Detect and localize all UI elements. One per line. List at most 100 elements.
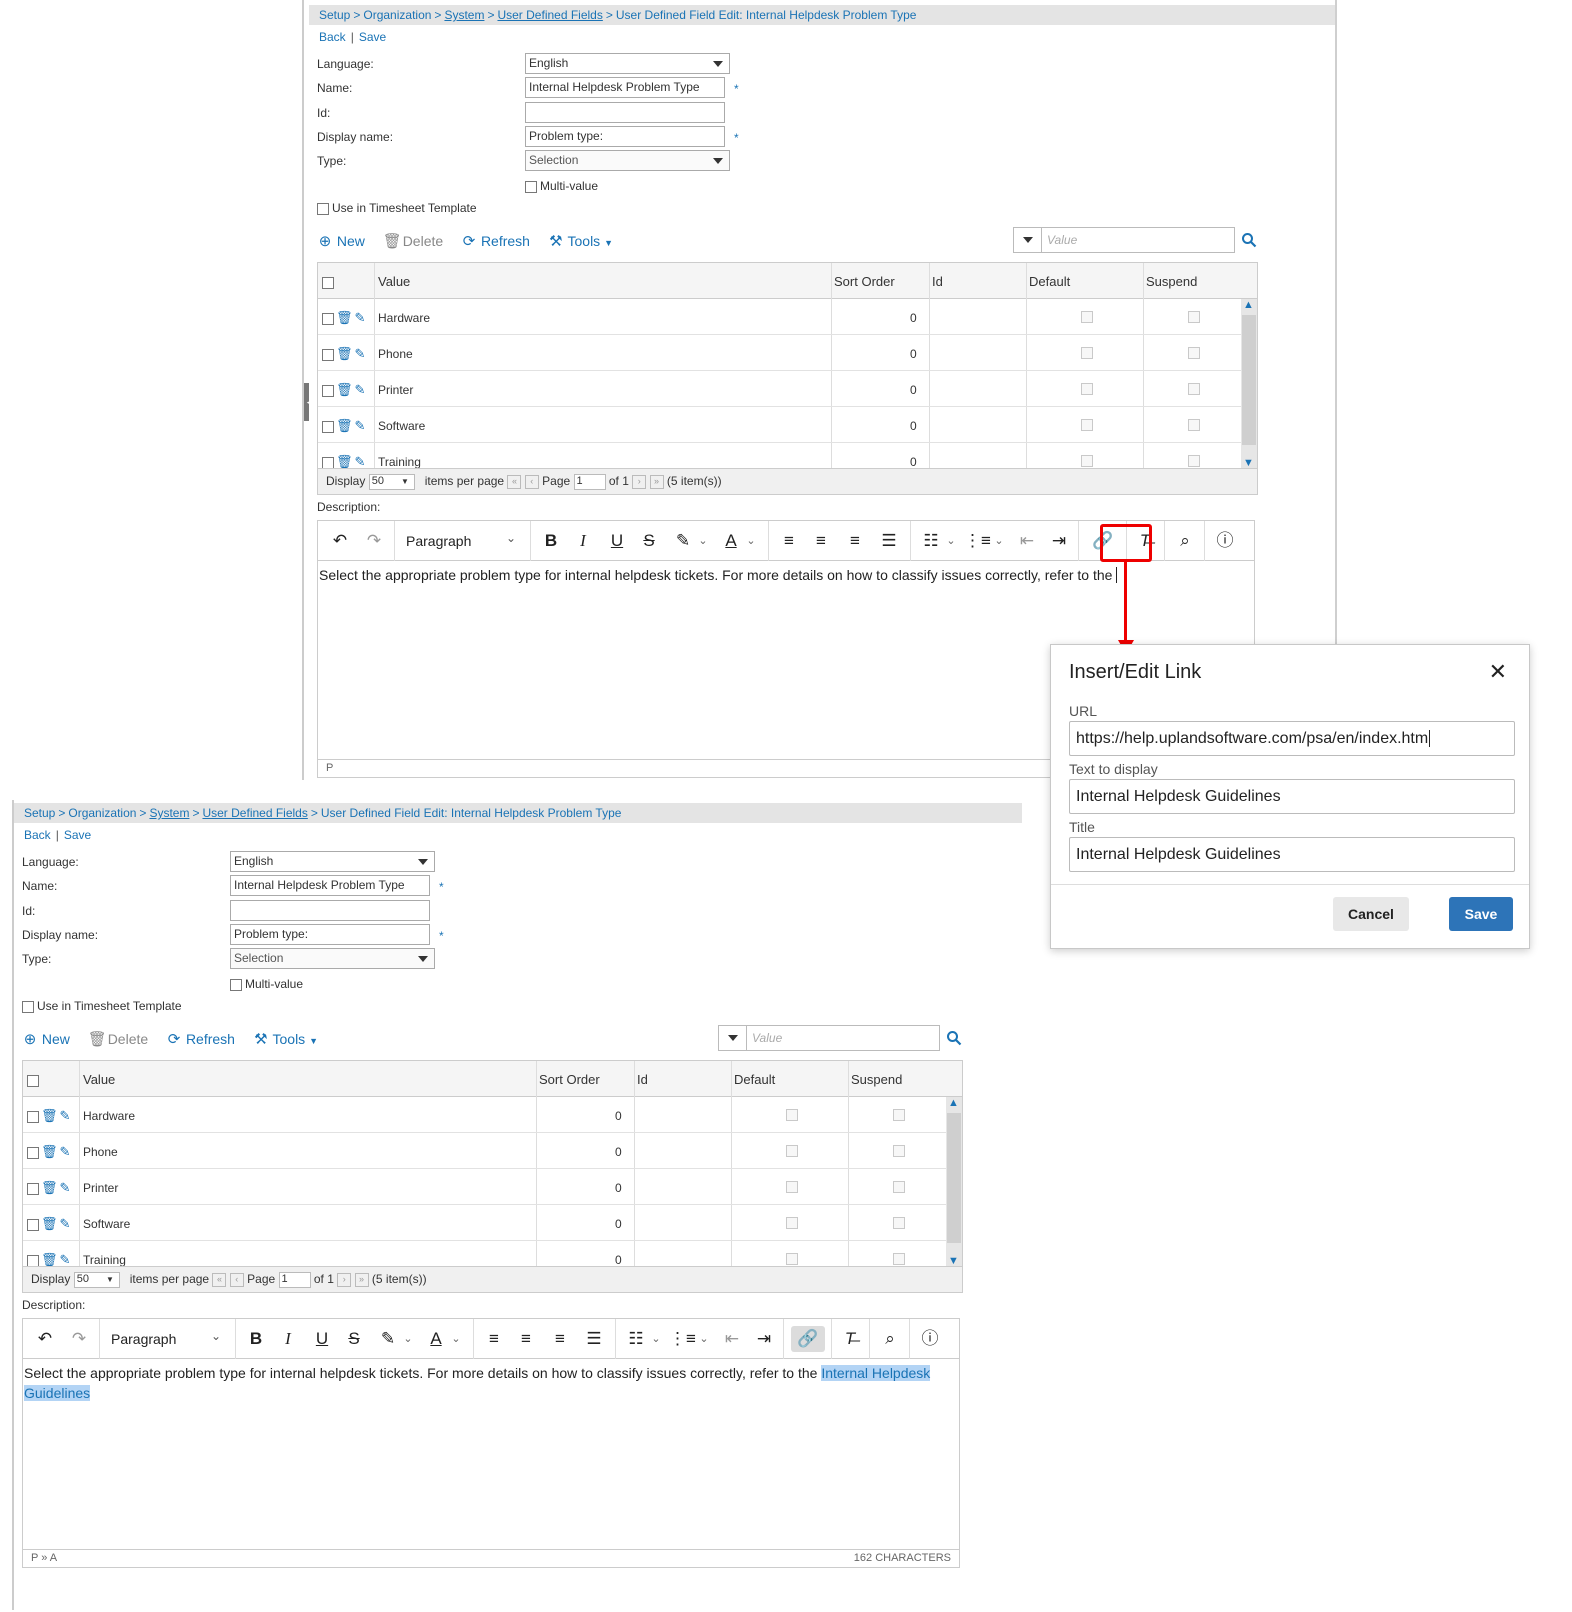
save-link[interactable]: Save [64,828,91,842]
name-input[interactable]: Internal Helpdesk Problem Type [230,875,430,896]
scrollbar-thumb[interactable] [1242,315,1256,445]
save-link[interactable]: Save [359,30,386,44]
breadcrumb-udf[interactable]: User Defined Fields [497,8,602,22]
highlight-color-icon[interactable]: ✎ [375,1326,401,1352]
align-right-icon[interactable]: ≡ [547,1326,573,1352]
edit-pencil-icon[interactable]: ✎ [60,1216,71,1231]
grid-scrollbar[interactable]: ▲ ▼ [946,1097,962,1267]
table-row[interactable]: 🗑 ✎ Training 0 [23,1241,946,1267]
italic-icon[interactable]: I [570,528,596,554]
col-sort-order[interactable]: Sort Order [539,1072,600,1087]
page-size-select[interactable]: 50 ▼ [368,474,415,490]
clear-formatting-icon[interactable]: T̶ [837,1326,863,1352]
delete-row-icon[interactable]: 🗑 [336,454,353,468]
table-row[interactable]: 🗑 ✎ Software 0 [318,407,1241,443]
underline-icon[interactable]: U [309,1326,335,1352]
chevron-down-icon[interactable]: ⌄ [696,528,710,554]
row-checkbox[interactable] [27,1146,39,1159]
delete-row-icon[interactable]: 🗑 [41,1108,58,1123]
delete-button[interactable]: 🗑 Delete [383,232,443,250]
row-checkbox[interactable] [322,348,334,361]
last-page-icon[interactable]: » [354,1273,369,1287]
chevron-down-icon[interactable]: ⌄ [992,528,1006,554]
delete-row-icon[interactable]: 🗑 [41,1180,58,1195]
undo-icon[interactable]: ↶ [31,1326,59,1352]
page-number-input[interactable]: 1 [278,1272,311,1288]
timesheet-option[interactable]: Use in Timesheet Template [22,999,182,1013]
highlight-color-icon[interactable]: ✎ [670,528,696,554]
edit-pencil-icon[interactable]: ✎ [355,310,366,325]
filter-dropdown[interactable] [1014,228,1042,252]
table-row[interactable]: 🗑 ✎ Phone 0 [23,1133,946,1169]
table-row[interactable]: 🗑 ✎ Software 0 [23,1205,946,1241]
table-row[interactable]: 🗑 ✎ Printer 0 [23,1169,946,1205]
timesheet-checkbox[interactable] [22,1000,34,1013]
strikethrough-icon[interactable]: S [341,1326,367,1352]
breadcrumb-organization[interactable]: Organization [363,8,431,22]
redo-icon[interactable]: ↷ [360,528,388,554]
editor-content[interactable]: Select the appropriate problem type for … [318,563,1254,587]
col-id[interactable]: Id [932,274,943,289]
table-row[interactable]: 🗑 ✎ Hardware 0 [23,1097,946,1133]
bold-icon[interactable]: B [243,1326,269,1352]
name-input[interactable]: Internal Helpdesk Problem Type [525,77,725,98]
title-input[interactable]: Internal Helpdesk Guidelines [1069,837,1515,872]
align-center-icon[interactable]: ≡ [808,528,834,554]
row-checkbox[interactable] [27,1110,39,1123]
text-color-icon[interactable]: A [718,528,744,554]
search-replace-icon[interactable]: ⌕ [1170,528,1200,554]
col-sort-order[interactable]: Sort Order [834,274,895,289]
new-button[interactable]: ⊕ New [22,1030,70,1048]
delete-row-icon[interactable]: 🗑 [336,310,353,325]
scroll-up-icon[interactable]: ▲ [1243,299,1254,311]
table-row[interactable]: 🗑 ✎ Phone 0 [318,335,1241,371]
align-center-icon[interactable]: ≡ [513,1326,539,1352]
prev-page-icon[interactable]: ‹ [229,1273,244,1287]
breadcrumb-organization[interactable]: Organization [68,806,136,820]
col-value[interactable]: Value [83,1072,115,1087]
language-select[interactable]: English [525,53,730,74]
timesheet-checkbox[interactable] [317,202,329,215]
numbered-list-icon[interactable]: ⋮≡ [964,528,991,554]
outdent-icon[interactable]: ⇤ [1014,528,1040,554]
row-checkbox[interactable] [27,1254,39,1266]
edit-pencil-icon[interactable]: ✎ [60,1144,71,1159]
display-name-input[interactable]: Problem type: [230,924,430,945]
filter-dropdown[interactable] [719,1026,747,1050]
row-checkbox[interactable] [27,1182,39,1195]
chevron-down-icon[interactable]: ⌄ [401,1326,415,1352]
value-filter[interactable]: Value [1013,227,1235,253]
redo-icon[interactable]: ↷ [65,1326,93,1352]
delete-row-icon[interactable]: 🗑 [336,418,353,433]
text-color-icon[interactable]: A [423,1326,449,1352]
close-icon[interactable]: ✕ [1489,659,1507,685]
chevron-down-icon[interactable]: ⌄ [944,528,958,554]
chevron-down-icon[interactable]: ⌄ [649,1326,663,1352]
col-value[interactable]: Value [378,274,410,289]
select-all-checkbox[interactable] [322,276,334,289]
next-page-icon[interactable]: › [337,1273,352,1287]
url-input[interactable]: https://help.uplandsoftware.com/psa/en/i… [1069,721,1515,756]
search-icon[interactable] [1241,232,1257,248]
undo-icon[interactable]: ↶ [326,528,354,554]
grid-scrollbar[interactable]: ▲ ▼ [1241,299,1257,469]
indent-icon[interactable]: ⇥ [751,1326,777,1352]
justify-icon[interactable]: ☰ [876,528,902,554]
tools-menu[interactable]: ⚒ Tools ▼ [548,232,613,250]
table-row[interactable]: 🗑 ✎ Training 0 [318,443,1241,469]
text-to-display-input[interactable]: Internal Helpdesk Guidelines [1069,779,1515,814]
back-link[interactable]: Back [319,30,346,44]
next-page-icon[interactable]: › [632,475,647,489]
multi-value-option[interactable]: Multi-value [525,179,598,193]
italic-icon[interactable]: I [275,1326,301,1352]
row-checkbox[interactable] [322,420,334,433]
tools-menu[interactable]: ⚒ Tools ▼ [253,1030,318,1048]
search-icon[interactable] [946,1030,962,1046]
display-name-input[interactable]: Problem type: [525,126,725,147]
edit-pencil-icon[interactable]: ✎ [355,346,366,361]
block-format-select[interactable]: Paragraph [406,533,471,549]
col-default[interactable]: Default [734,1072,775,1087]
breadcrumb-system[interactable]: System [149,806,189,820]
language-select[interactable]: English [230,851,435,872]
breadcrumb-setup[interactable]: Setup [319,8,350,22]
